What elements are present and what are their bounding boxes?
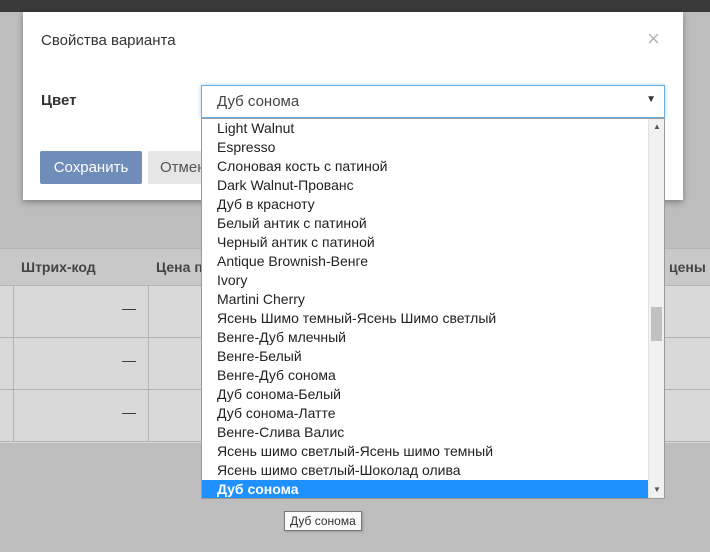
dropdown-option[interactable]: Белый антик с патиной bbox=[202, 214, 648, 233]
header-barcode: Штрих-код bbox=[21, 259, 96, 275]
color-options-list[interactable]: Light Walnut Espresso Слоновая кость с пат… bbox=[201, 118, 665, 499]
chevron-down-icon: ▼ bbox=[646, 94, 656, 105]
scroll-up-icon[interactable]: ▲ bbox=[649, 119, 664, 135]
dropdown-option[interactable]: Ясень шимо светлый-Ясень шимо темный bbox=[202, 442, 648, 461]
dropdown-option[interactable]: Дуб сонома-Белый bbox=[202, 385, 648, 404]
barcode-cell: — bbox=[122, 404, 136, 420]
dropdown-option[interactable]: Венге-Дуб сонома bbox=[202, 366, 648, 385]
dropdown-option[interactable]: Espresso bbox=[202, 138, 648, 157]
dropdown-option[interactable]: Dark Walnut-Прованс bbox=[202, 176, 648, 195]
save-button[interactable]: Сохранить bbox=[40, 151, 142, 184]
color-select-value: Дуб сонома bbox=[217, 93, 300, 110]
header-price: Цена п bbox=[156, 259, 203, 275]
dropdown-option[interactable]: Слоновая кость с патиной bbox=[202, 157, 648, 176]
scrollbar-thumb[interactable] bbox=[651, 307, 662, 342]
dropdown-option[interactable]: Ясень Шимо темный-Ясень Шимо светлый bbox=[202, 309, 648, 328]
barcode-cell: — bbox=[122, 300, 136, 316]
dropdown-scrollbar[interactable]: ▲ ▼ bbox=[648, 119, 664, 498]
dropdown-option[interactable]: Венге-Дуб млечный bbox=[202, 328, 648, 347]
tooltip: Дуб сонома bbox=[284, 511, 362, 531]
color-field-label: Цвет bbox=[41, 92, 77, 109]
dropdown-option[interactable]: Венге-Белый bbox=[202, 347, 648, 366]
top-bar bbox=[0, 0, 710, 12]
dropdown-option[interactable]: Martini Cherry bbox=[202, 290, 648, 309]
header-prices: цены bbox=[669, 259, 706, 275]
dropdown-option[interactable]: Черный антик с патиной bbox=[202, 233, 648, 252]
scroll-down-icon[interactable]: ▼ bbox=[649, 482, 664, 498]
dropdown-option[interactable]: Дуб сонома-Латте bbox=[202, 404, 648, 423]
dropdown-option[interactable]: Дуб в красноту bbox=[202, 195, 648, 214]
dropdown-option[interactable]: Light Walnut bbox=[202, 119, 648, 138]
color-select[interactable]: Дуб сонома ▼ bbox=[201, 85, 665, 118]
cancel-button[interactable]: Отмена bbox=[148, 151, 208, 184]
close-icon[interactable]: × bbox=[647, 28, 660, 50]
barcode-cell: — bbox=[122, 352, 136, 368]
dropdown-option[interactable]: Ivory bbox=[202, 271, 648, 290]
dropdown-option[interactable]: Венге-Слива Валис bbox=[202, 423, 648, 442]
dialog-title: Свойства варианта bbox=[41, 32, 176, 49]
dropdown-option[interactable]: Antique Brownish-Венге bbox=[202, 252, 648, 271]
dropdown-option[interactable]: Ясень шимо светлый-Шоколад олива bbox=[202, 461, 648, 480]
dropdown-option[interactable]: Дуб сонома bbox=[202, 480, 648, 498]
